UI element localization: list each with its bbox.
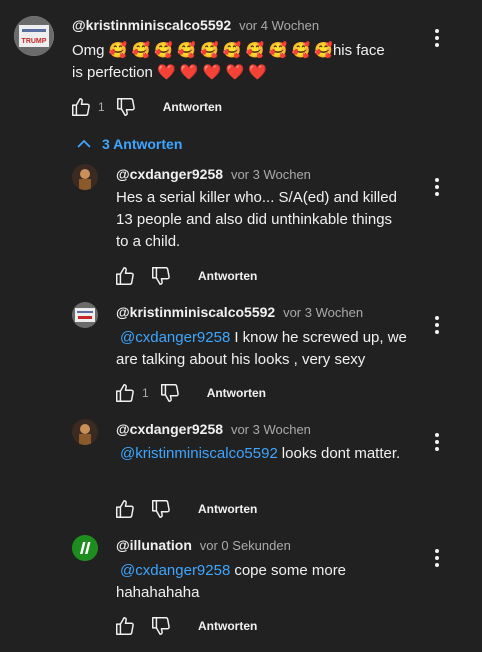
more-options-icon[interactable]: [433, 178, 441, 198]
replies-toggle-label: 3 Antworten: [102, 136, 183, 152]
dislike-icon[interactable]: [150, 498, 172, 520]
more-options-icon[interactable]: [433, 29, 441, 49]
reply-button[interactable]: Antworten: [198, 619, 257, 633]
avatar[interactable]: [72, 419, 98, 445]
comment-author[interactable]: @cxdanger9258: [116, 421, 223, 437]
avatar[interactable]: [72, 164, 98, 190]
avatar-sign-image: TRUMP: [14, 16, 54, 56]
comment-text: @cxdanger9258 cope some more hahahahaha: [116, 560, 406, 604]
comment-text: @kristinminiscalco5592 looks dont matter.: [116, 443, 406, 465]
like-count: 1: [142, 386, 149, 400]
comment-text: Hes a serial killer who... S/A(ed) and k…: [116, 189, 397, 250]
avatar-image: [72, 164, 98, 190]
comment-text-prefix: Omg: [72, 42, 109, 59]
like-icon[interactable]: [114, 382, 136, 404]
more-options-icon[interactable]: [433, 549, 441, 569]
dislike-icon[interactable]: [115, 96, 137, 118]
mention-link[interactable]: @kristinminiscalco5592: [120, 445, 278, 462]
avatar[interactable]: [72, 535, 98, 561]
comment-time[interactable]: vor 3 Wochen: [231, 167, 311, 182]
dislike-icon[interactable]: [150, 615, 172, 637]
like-icon[interactable]: [114, 265, 136, 287]
comment-author[interactable]: @cxdanger9258: [116, 166, 223, 182]
comment-body: looks dont matter.: [281, 445, 401, 462]
comment-text: @cxdanger9258 I know he screwed up, we ar…: [116, 327, 416, 371]
illunation-logo-icon: [72, 535, 98, 561]
like-icon[interactable]: [114, 498, 136, 520]
comment-text: Omg 🥰 🥰 🥰 🥰 🥰 🥰 🥰 🥰 🥰 🥰his face is perfe…: [72, 40, 392, 84]
reply-button[interactable]: Antworten: [207, 386, 266, 400]
like-icon[interactable]: [70, 96, 92, 118]
dislike-icon[interactable]: [159, 382, 181, 404]
comment-time[interactable]: vor 3 Wochen: [231, 422, 311, 437]
reply-button[interactable]: Antworten: [198, 502, 257, 516]
reply-button[interactable]: Antworten: [198, 269, 257, 283]
mention-link[interactable]: @cxdanger9258: [120, 329, 230, 346]
avatar-sign-text: TRUMP: [22, 38, 47, 45]
avatar[interactable]: TRUMP: [14, 16, 54, 56]
comment-author[interactable]: @kristinminiscalco5592: [116, 304, 275, 320]
mention-link[interactable]: @cxdanger9258: [120, 562, 230, 579]
reply-button[interactable]: Antworten: [163, 100, 222, 114]
chevron-up-icon: [77, 139, 91, 148]
dislike-icon[interactable]: [150, 265, 172, 287]
comment-time[interactable]: vor 4 Wochen: [239, 18, 319, 33]
like-count: 1: [98, 100, 105, 114]
heart-emoji: ❤️ ❤️ ❤️ ❤️ ❤️: [157, 64, 268, 81]
avatar-sign-image: [72, 302, 98, 328]
avatar[interactable]: [72, 302, 98, 328]
comment-author[interactable]: @kristinminiscalco5592: [72, 17, 231, 33]
replies-toggle-button[interactable]: 3 Antworten: [76, 134, 182, 154]
more-options-icon[interactable]: [433, 316, 441, 336]
more-options-icon[interactable]: [433, 433, 441, 453]
like-icon[interactable]: [114, 615, 136, 637]
comment-time[interactable]: vor 0 Sekunden: [200, 538, 291, 553]
comment-time[interactable]: vor 3 Wochen: [283, 305, 363, 320]
avatar-image: [72, 419, 98, 445]
smiling-face-hearts-emoji: 🥰 🥰 🥰 🥰 🥰 🥰 🥰 🥰 🥰 🥰: [108, 42, 333, 59]
comment-author[interactable]: @illunation: [116, 537, 192, 553]
